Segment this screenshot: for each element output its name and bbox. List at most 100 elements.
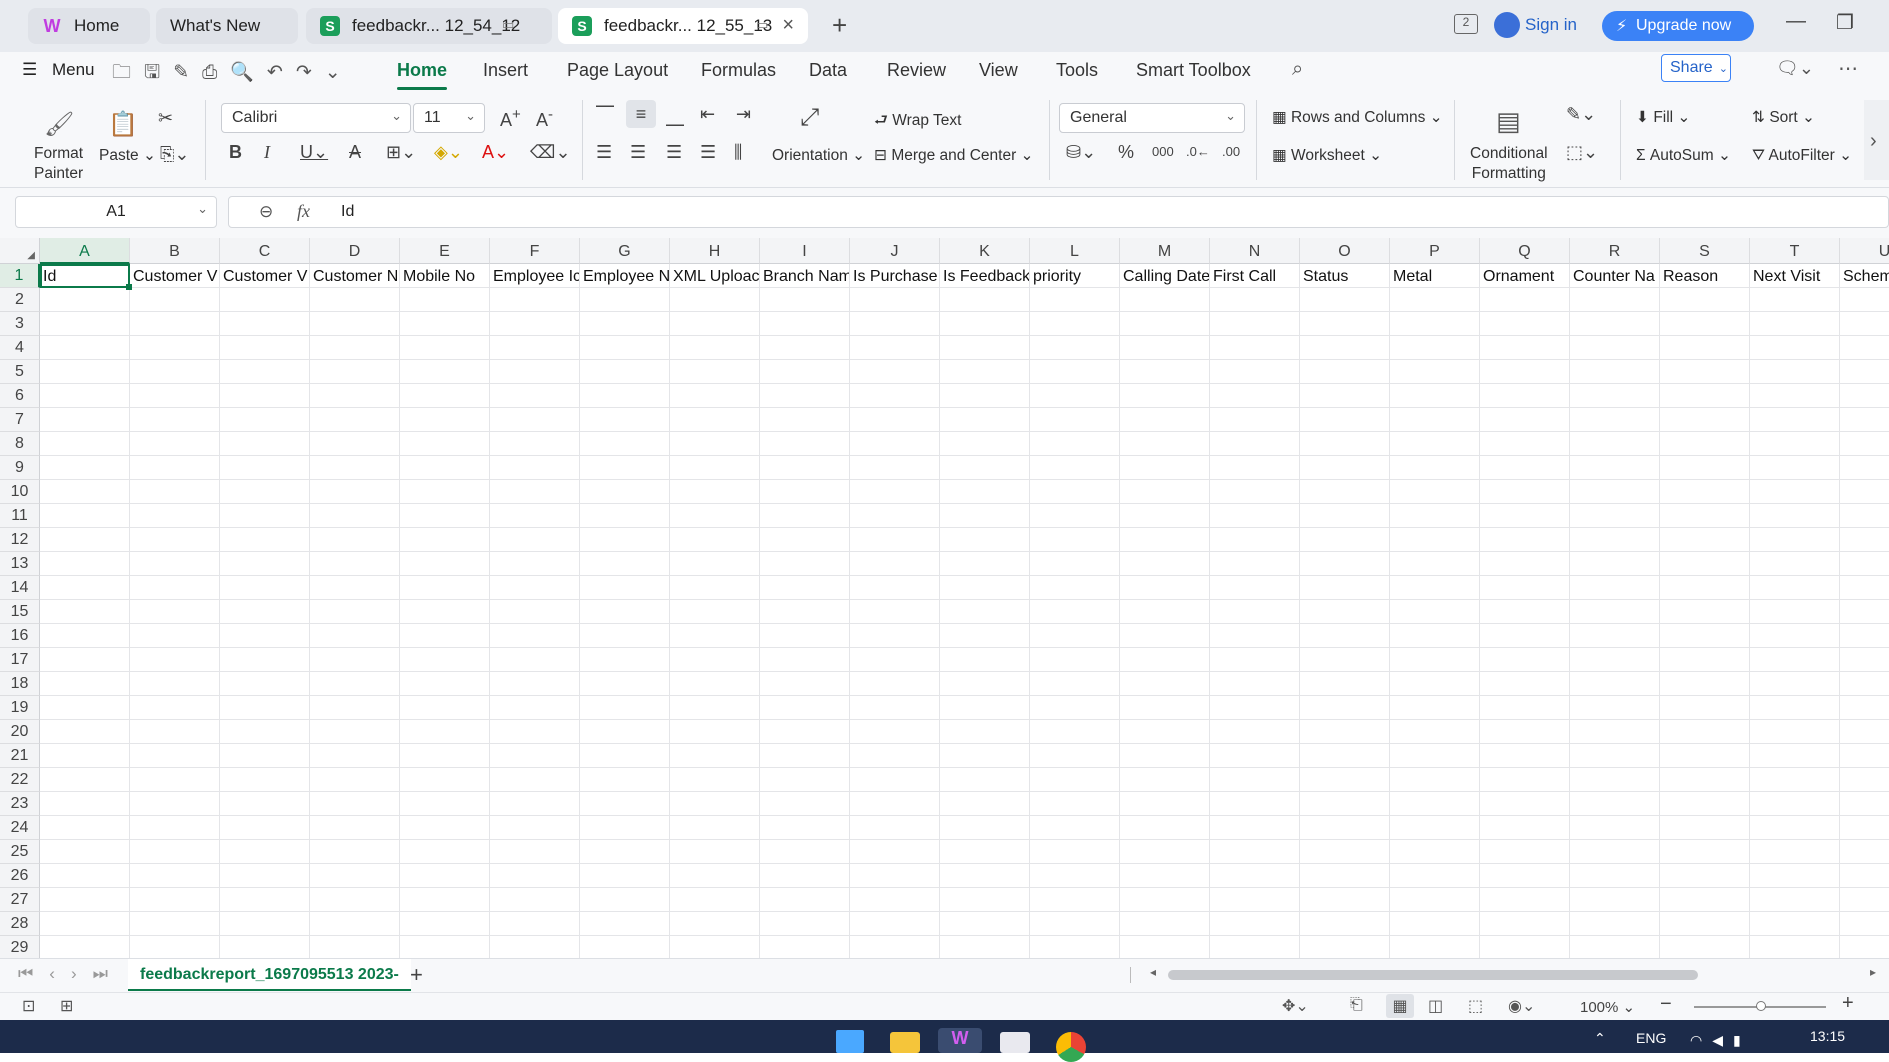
number-format-select[interactable]: General ⌄ <box>1059 103 1245 133</box>
borders-icon[interactable]: ⊞⌄ <box>386 142 416 163</box>
row-header-15[interactable]: 15 <box>0 600 40 624</box>
selected-cell-a1[interactable] <box>40 264 130 288</box>
row-header-28[interactable]: 28 <box>0 912 40 936</box>
fill-handle[interactable] <box>126 284 132 290</box>
fx-icon[interactable]: fx <box>297 201 310 222</box>
tab-whats-new[interactable]: What's New <box>156 8 298 44</box>
more-icon[interactable]: ⋯ <box>1838 56 1858 81</box>
row-header-5[interactable]: 5 <box>0 360 40 384</box>
rows-columns-button[interactable]: ▦ Rows and Columns ⌄ <box>1272 108 1443 127</box>
row-header-17[interactable]: 17 <box>0 648 40 672</box>
share-button[interactable]: Share ⌄ <box>1661 54 1731 82</box>
percent-icon[interactable]: % <box>1118 142 1134 163</box>
tab-home[interactable]: Home <box>397 60 448 90</box>
tab-file-2-active[interactable]: S feedbackr... 12_55_13 ▭ × <box>558 8 808 44</box>
bold-icon[interactable]: B <box>229 142 242 163</box>
cell-c1[interactable]: Customer V <box>220 264 310 288</box>
row-header-11[interactable]: 11 <box>0 504 40 528</box>
increase-indent-icon[interactable]: ⇥ <box>736 104 751 125</box>
cell-style-icon[interactable]: ✎⌄ <box>1566 104 1596 125</box>
font-size-select[interactable]: 11 ⌄ <box>413 103 485 133</box>
quick-access-toolbar[interactable]: 🗀🖫✎⎙🔍↶↷⌄ <box>112 58 354 90</box>
cell-o1[interactable]: Status <box>1300 264 1390 288</box>
zoom-out-icon[interactable]: − <box>1660 993 1672 1016</box>
scroll-left-icon[interactable]: ◂ <box>1150 965 1156 979</box>
justify-icon[interactable]: ☰ <box>700 142 716 163</box>
column-header-k[interactable]: K <box>940 238 1030 264</box>
row-header-2[interactable]: 2 <box>0 288 40 312</box>
decrease-indent-icon[interactable]: ⇤ <box>700 104 715 125</box>
align-bottom-icon[interactable]: ⎽ <box>666 106 684 127</box>
start-icon[interactable] <box>836 1030 864 1053</box>
cell-s1[interactable]: Reason <box>1660 264 1750 288</box>
close-icon[interactable]: × <box>782 14 794 37</box>
scroll-right-icon[interactable]: ▸ <box>1870 965 1876 979</box>
full-screen-icon[interactable]: ⬚ <box>1468 996 1483 1016</box>
new-tab-icon[interactable]: + <box>832 10 847 41</box>
column-header-n[interactable]: N <box>1210 238 1300 264</box>
format-painter-button[interactable]: Format Painter <box>34 144 83 184</box>
language-indicator[interactable]: ENG <box>1636 1030 1666 1046</box>
cell-f1[interactable]: Employee Ic <box>490 264 580 288</box>
restore-icon[interactable]: ❐ <box>1836 10 1854 35</box>
cell-p1[interactable]: Metal <box>1390 264 1480 288</box>
column-header-g[interactable]: G <box>580 238 670 264</box>
row-header-25[interactable]: 25 <box>0 840 40 864</box>
zoom-in-icon[interactable]: + <box>1842 992 1854 1015</box>
cell-l1[interactable]: priority <box>1030 264 1120 288</box>
italic-icon[interactable]: I <box>264 142 270 163</box>
font-color-icon[interactable]: A⌄ <box>482 142 509 163</box>
zoom-slider-thumb[interactable] <box>1756 1001 1766 1011</box>
horizontal-scrollbar[interactable] <box>1168 970 1698 980</box>
cell-t1[interactable]: Next Visit <box>1750 264 1840 288</box>
tab-review[interactable]: Review <box>887 60 946 81</box>
sheet-tab[interactable]: feedbackreport_1697095513 2023- <box>128 959 411 991</box>
column-header-r[interactable]: R <box>1570 238 1660 264</box>
cell-g1[interactable]: Employee N <box>580 264 670 288</box>
add-sheet-icon[interactable]: + <box>410 962 423 988</box>
tray-up-icon[interactable]: ⌃ <box>1594 1030 1606 1047</box>
row-header-6[interactable]: 6 <box>0 384 40 408</box>
fill-button[interactable]: ⬇ Fill ⌄ <box>1636 108 1690 127</box>
column-header-t[interactable]: T <box>1750 238 1840 264</box>
align-left-icon[interactable]: ☰ <box>596 142 612 163</box>
name-box[interactable]: A1 ⌄ <box>15 196 217 228</box>
row-header-24[interactable]: 24 <box>0 816 40 840</box>
conditional-formatting-button[interactable]: Conditional Formatting <box>1470 144 1548 184</box>
decrease-decimal-icon[interactable]: .00 <box>1222 144 1240 159</box>
tab-file-1[interactable]: S feedbackr... 12_54_12 ▭ <box>306 8 552 44</box>
row-header-3[interactable]: 3 <box>0 312 40 336</box>
upgrade-button[interactable]: ⚡ Upgrade now <box>1602 11 1754 41</box>
increase-font-icon[interactable]: A+ <box>500 106 521 131</box>
ribbon-scroll-right-icon[interactable]: › <box>1864 100 1889 180</box>
page-break-icon[interactable]: ⎗ <box>1350 996 1363 1014</box>
wrap-text-button[interactable]: ⮐ Wrap Text <box>874 108 961 135</box>
cell-r1[interactable]: Counter Na <box>1570 264 1660 288</box>
cell-n1[interactable]: First Call <box>1210 264 1300 288</box>
align-center-icon[interactable]: ☰ <box>630 142 646 163</box>
column-header-u[interactable]: U <box>1840 238 1889 264</box>
autosum-button[interactable]: Σ AutoSum ⌄ <box>1636 146 1731 165</box>
row-header-19[interactable]: 19 <box>0 696 40 720</box>
column-header-e[interactable]: E <box>400 238 490 264</box>
row-header-27[interactable]: 27 <box>0 888 40 912</box>
tab-home[interactable]: W Home <box>28 8 150 44</box>
column-header-c[interactable]: C <box>220 238 310 264</box>
cut-icon[interactable]: ✂ <box>158 108 173 129</box>
row-header-21[interactable]: 21 <box>0 744 40 768</box>
align-right-icon[interactable]: ☰ <box>666 142 682 163</box>
sign-in-link[interactable]: Sign in <box>1525 15 1577 35</box>
window-count-badge[interactable]: 2 <box>1454 14 1478 34</box>
row-header-8[interactable]: 8 <box>0 432 40 456</box>
row-header-18[interactable]: 18 <box>0 672 40 696</box>
column-header-m[interactable]: M <box>1120 238 1210 264</box>
sheet-nav-arrows[interactable]: ⏮‹›⏭ <box>18 964 124 984</box>
app-icon[interactable] <box>1000 1032 1030 1053</box>
row-header-9[interactable]: 9 <box>0 456 40 480</box>
zoom-select[interactable]: 100% ⌄ <box>1580 998 1635 1016</box>
spreadsheet-grid[interactable]: ◢ ABCDEFGHIJKLMNOPQRSTU 1 2 3 4 5 6 7 8 9 10 11 12 1… <box>0 238 1889 958</box>
row-header-4[interactable]: 4 <box>0 336 40 360</box>
cell-u1[interactable]: Schem <box>1840 264 1889 288</box>
strikethrough-icon[interactable]: A <box>349 142 361 163</box>
column-header-s[interactable]: S <box>1660 238 1750 264</box>
